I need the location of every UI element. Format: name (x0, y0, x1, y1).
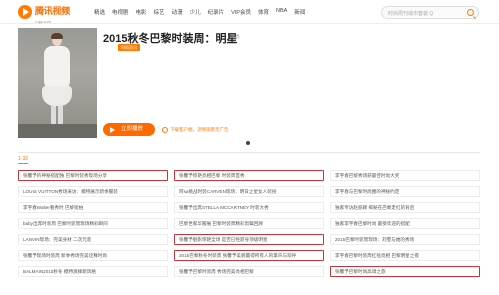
search-box[interactable]: 时尚周刊城市套装 Q (381, 6, 479, 19)
nav-item[interactable]: 综艺 (154, 8, 165, 16)
episode-item[interactable]: 李宇春巴黎秀场获最佳时尚大奖 (330, 170, 480, 181)
play-logo-icon (18, 5, 32, 19)
episode-item[interactable]: LOUIS VUITTON秀场采访：模特展示新季服装 (18, 186, 168, 197)
figure-hair (51, 33, 63, 39)
episode-item[interactable]: 2015巴黎时装周现场：刘雯与她的秀场 (330, 234, 480, 245)
nav-item[interactable]: 精选 (94, 8, 105, 16)
episode-item[interactable]: 独家李宇春巴黎时尚 最受欢迎的搭配 (330, 218, 480, 229)
download-client-link[interactable]: 下载客户端，流畅观看无广告 (170, 127, 229, 133)
episode-item[interactable]: 张馨予惊艳亮相巴黎 时装周首秀 (174, 170, 324, 181)
range-tab-underline (18, 163, 28, 164)
nav-item[interactable]: 电影 (136, 8, 147, 16)
video-poster[interactable] (18, 28, 97, 138)
logo-text: 腾讯视频 (35, 5, 70, 16)
episode-item[interactable]: 张馨予巴黎时尚高调之旅 (330, 266, 480, 277)
search-icon[interactable] (467, 9, 474, 16)
episode-item[interactable]: 张馨予现场时装周 新季秀场完美诠释时尚 (18, 250, 168, 261)
episode-item[interactable]: LANVIN现场：完美身材 二次元装 (18, 234, 168, 245)
episode-item[interactable]: 2015巴黎秋冬时装周 张馨予美貌赢得所有人的掌声与欢呼 (174, 250, 324, 261)
figure-skirt (42, 86, 72, 106)
episode-item[interactable]: 张馨予魅影惊艳全场 是否已经跻身顶级明星 (174, 234, 324, 245)
nav-item[interactable]: 电视剧 (112, 8, 129, 16)
episode-item[interactable]: 阿sa挑战时装CARVEN现场：明日之星女人装扮 (174, 186, 324, 197)
nav-item[interactable]: 新闻 (294, 8, 305, 16)
episode-item[interactable]: baby出席时装周 巴黎时装周现场精彩瞬间 (18, 218, 168, 229)
episode-item[interactable]: 李宇春巴黎时装周红毯亮相 巴黎明星之夜 (330, 250, 480, 261)
download-icon[interactable] (162, 127, 168, 133)
episode-item[interactable]: 李宇春与巴黎时尚圈的神秘约定 (330, 186, 480, 197)
divider (18, 152, 480, 153)
logo-subtext: v.qq.com (35, 18, 51, 24)
nav-item[interactable]: 少儿 (190, 8, 201, 16)
model-figure (42, 33, 72, 134)
title-meta: · 时尚 (228, 34, 240, 39)
main-nav: 精选 电视剧 电影 综艺 动漫 少儿 纪录片 VIP会员 体育 NBA 新闻 (94, 8, 312, 16)
nav-item[interactable]: VIP会员 (231, 8, 251, 16)
figure-coat (44, 46, 70, 91)
nav-item[interactable]: 动漫 (172, 8, 183, 16)
episode-item[interactable]: 张馨予巴黎时装周 秀场完美亮相巴黎 (174, 266, 324, 277)
play-now-button[interactable]: 立即播放 (103, 123, 155, 136)
episode-item[interactable]: 张馨予的神秘搭配独 巴黎时装秀现场分享 (18, 170, 168, 181)
tencent-video-logo[interactable]: 腾讯视频 v.qq.com (18, 1, 80, 24)
top-nav-bar: 腾讯视频 v.qq.com 精选 电视剧 电影 综艺 动漫 少儿 纪录片 VIP… (0, 0, 499, 24)
episode-item[interactable]: 巴黎世家华服展 巴黎时装周精彩剪辑回顾 (174, 218, 324, 229)
nav-item[interactable]: NBA (276, 8, 287, 16)
runway-floor (18, 124, 97, 138)
episode-item[interactable]: 独家专访赵丽颖 揭秘在巴黎走红的背后 (330, 202, 480, 213)
episode-item[interactable]: 张馨予出席STELLA MCCARTNEY 时装大秀 (174, 202, 324, 213)
episode-range-tab[interactable]: 1-32 (18, 156, 28, 162)
nav-item[interactable]: 体育 (258, 8, 269, 16)
episode-item[interactable]: BALMAIN2015秋冬 模特演绎新风格 (18, 266, 168, 277)
carousel-dot[interactable] (246, 141, 250, 145)
category-tag[interactable]: 时尚资讯 (118, 44, 140, 51)
search-placeholder: 时尚周刊城市套装 Q (388, 11, 434, 17)
logo-wordmark: 腾讯视频 v.qq.com (35, 1, 70, 24)
nav-item[interactable]: 纪录片 (208, 8, 225, 16)
episode-item[interactable]: 李宇春Walter看秀时 巴黎街拍 (18, 202, 168, 213)
